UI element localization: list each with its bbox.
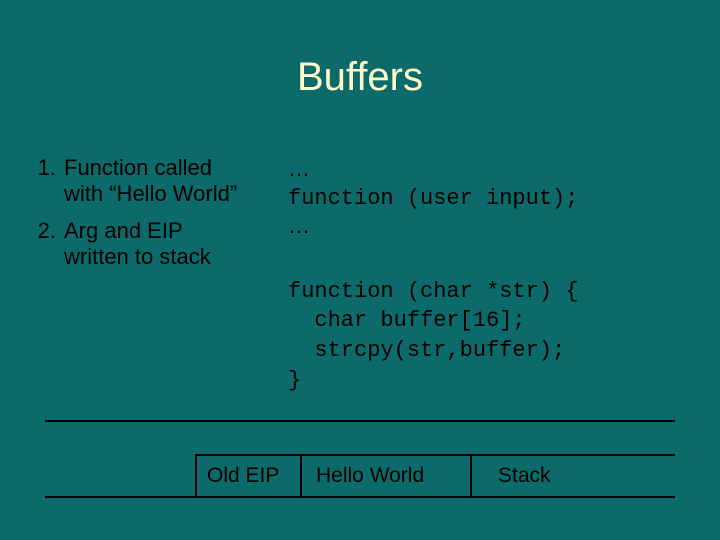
caller-code: … function (user input); … xyxy=(288,155,710,242)
step-line: Function called xyxy=(64,155,212,180)
code-line: function (user input); xyxy=(288,186,578,211)
stack-rule xyxy=(45,420,675,454)
stack-cell-old-eip: Old EIP xyxy=(195,454,300,496)
step-item: 2. Arg and EIP written to stack xyxy=(22,218,282,271)
code-column: … function (user input); … function (cha… xyxy=(282,155,710,395)
code-line: function (char *str) { xyxy=(288,279,578,304)
step-text: Function called with “Hello World” xyxy=(64,155,282,208)
steps-list: 1. Function called with “Hello World” 2.… xyxy=(22,155,282,395)
stack-row: Old EIP Hello World Stack xyxy=(45,454,675,498)
code-line: … xyxy=(288,156,310,181)
code-line: } xyxy=(288,368,301,393)
code-line: … xyxy=(288,213,310,238)
code-line: strcpy(str,buffer); xyxy=(288,338,565,363)
slide-title: Buffers xyxy=(0,0,720,100)
step-number: 2. xyxy=(22,218,64,271)
code-line: char buffer[16]; xyxy=(288,308,526,333)
stack-cell-label: Stack xyxy=(470,454,675,496)
step-number: 1. xyxy=(22,155,64,208)
slide-body: 1. Function called with “Hello World” 2.… xyxy=(22,155,710,395)
step-line: with “Hello World” xyxy=(64,181,237,206)
stack-diagram: Old EIP Hello World Stack xyxy=(45,420,675,498)
slide: Buffers 1. Function called with “Hello W… xyxy=(0,0,720,540)
step-line: written to stack xyxy=(64,244,211,269)
stack-cell-arg: Hello World xyxy=(300,454,470,496)
step-text: Arg and EIP written to stack xyxy=(64,218,282,271)
step-item: 1. Function called with “Hello World” xyxy=(22,155,282,208)
function-code: function (char *str) { char buffer[16]; … xyxy=(288,277,710,396)
step-line: Arg and EIP xyxy=(64,218,183,243)
